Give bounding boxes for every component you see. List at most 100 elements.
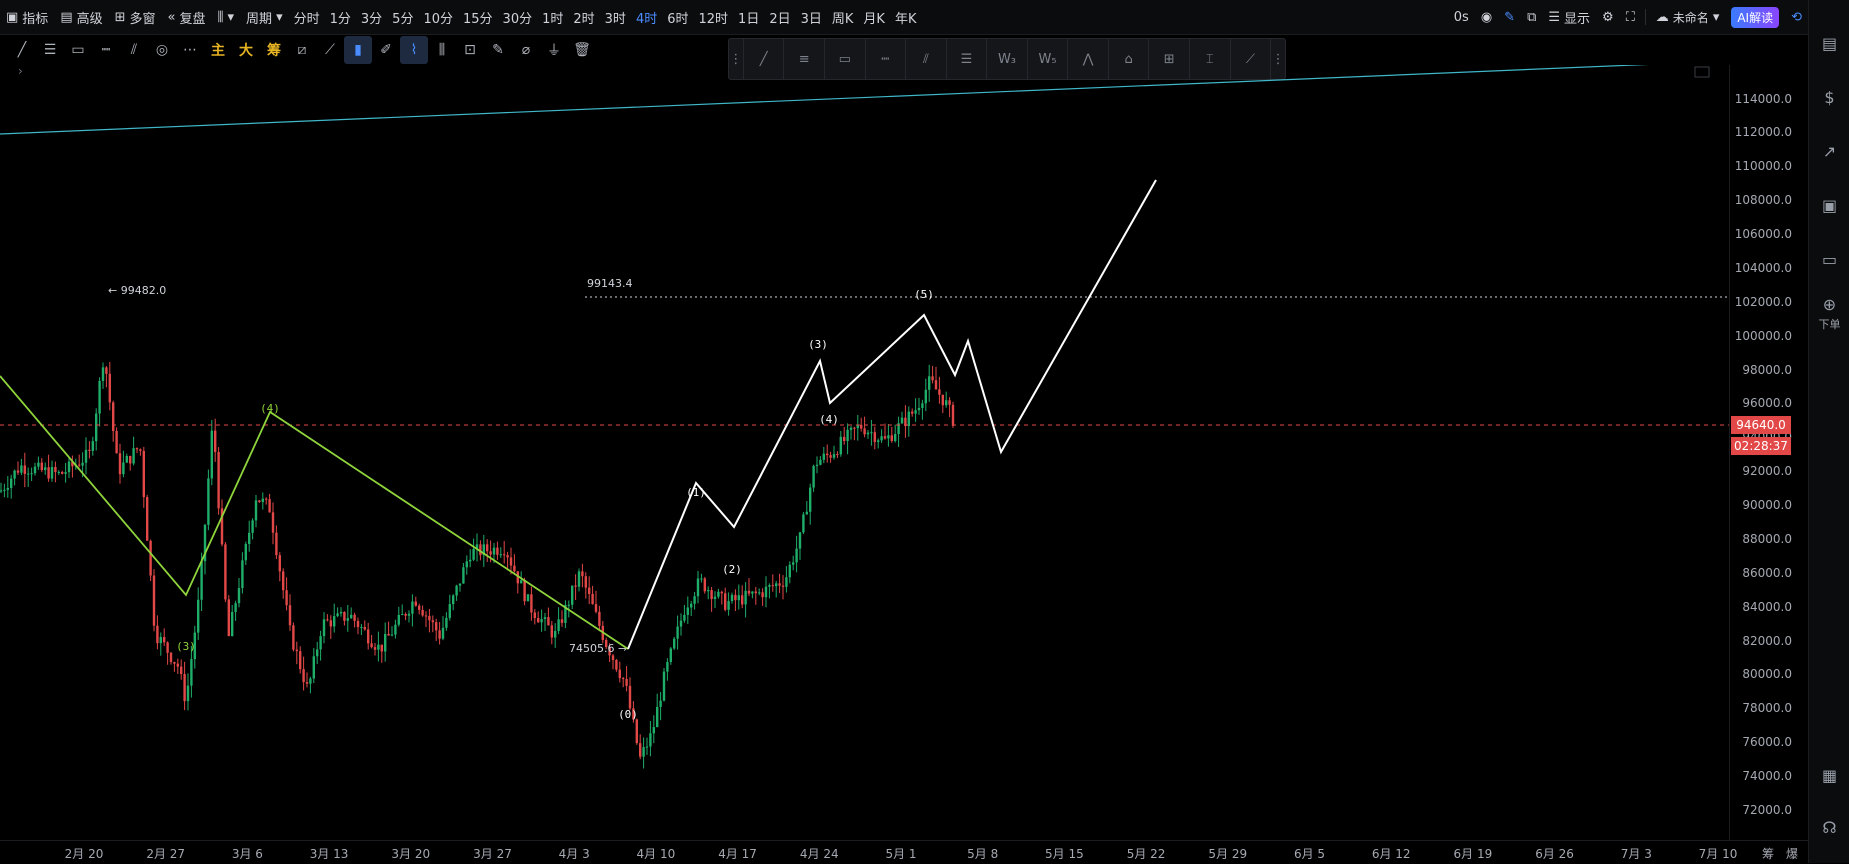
green-wave-path[interactable]: [0, 375, 629, 650]
candle-body: [108, 373, 111, 403]
edit-icon[interactable]: ✎: [484, 36, 512, 64]
share-icon[interactable]: ⟲: [1785, 0, 1808, 34]
time-axis[interactable]: 2月 20 2月 27 3月 6 3月 13 3月 20 3月 27 4月 3 4月 10 4月…: [0, 840, 1808, 864]
candle-body: [115, 430, 118, 454]
candle-body: [40, 462, 43, 470]
big-order-button[interactable]: 大: [232, 36, 260, 64]
period-tab-15[interactable]: 3日: [796, 0, 827, 34]
collapse-arrow-icon[interactable]: ›: [18, 65, 23, 78]
candle-body: [815, 464, 819, 466]
period-dropdown[interactable]: 周期 ▾: [240, 0, 289, 34]
period-tab-9[interactable]: 3时: [600, 0, 631, 34]
trend-chart-icon[interactable]: ↗: [1809, 124, 1849, 178]
candle-body: [156, 625, 159, 644]
price-chart[interactable]: › 99143.4 ← 99482.0 74505.6 → (3)(4)(0)(…: [0, 65, 1729, 840]
candle-body: [509, 557, 513, 566]
layout-icon[interactable]: ▦: [1809, 748, 1849, 802]
y-tick-label: 76000.0: [1742, 735, 1792, 750]
timer-label: 0s: [1453, 9, 1469, 25]
candle-body: [435, 622, 438, 631]
period-tab-4[interactable]: 10分: [418, 0, 458, 34]
period-tab-16[interactable]: 周K: [827, 0, 859, 34]
trendline[interactable]: [0, 65, 1729, 135]
horizontal-lines-icon[interactable]: ☰: [36, 36, 64, 64]
rectangle-icon[interactable]: ▭: [64, 36, 92, 64]
advanced-button[interactable]: ▤ 高级: [54, 0, 108, 34]
bookmark-icon[interactable]: ▮: [344, 36, 372, 64]
y-tick-label: 88000.0: [1742, 531, 1792, 546]
white-wave-label: (2): [722, 563, 742, 576]
period-tab-1[interactable]: 1分: [325, 0, 356, 34]
order-button[interactable]: ⊕ 下单: [1809, 286, 1849, 340]
x-tick-label: 2月 20: [64, 847, 104, 861]
eraser-line-icon[interactable]: ⟋: [316, 36, 344, 64]
pen-icon[interactable]: ✎: [1498, 0, 1521, 34]
dollar-icon[interactable]: $: [1809, 70, 1849, 124]
settings-icon[interactable]: ⚙: [1596, 0, 1620, 34]
monitor-chart-icon[interactable]: ▣: [1809, 178, 1849, 232]
period-tab-10[interactable]: 4时: [631, 0, 662, 34]
candles-icon[interactable]: ⫼: [428, 36, 456, 64]
document-icon[interactable]: ▤: [1809, 16, 1849, 70]
candle-body: [877, 440, 880, 442]
expand-icon[interactable]: ⧉: [1521, 0, 1542, 34]
candle-body: [543, 617, 547, 620]
period-tab-6[interactable]: 30分: [498, 0, 538, 34]
period-tab-14[interactable]: 2日: [764, 0, 795, 34]
circle-target-icon[interactable]: ◎: [148, 36, 176, 64]
candle-body: [142, 450, 145, 498]
period-tab-8[interactable]: 2时: [568, 0, 599, 34]
lock-icon[interactable]: ⊡: [456, 36, 484, 64]
x-axis-right-label[interactable]: 筹: [1762, 845, 1774, 862]
period-tab-2[interactable]: 3分: [356, 0, 387, 34]
candle-body: [350, 614, 353, 619]
cloud-file-button[interactable]: ☁ 未命名 ▾: [1650, 0, 1726, 34]
replay-button[interactable]: «复盘: [162, 0, 212, 34]
filter-icon[interactable]: ⏚: [540, 36, 568, 64]
chips-button[interactable]: 筹: [260, 36, 288, 64]
period-tab-17[interactable]: 月K: [858, 0, 890, 34]
headset-icon[interactable]: ☊: [1809, 800, 1849, 854]
period-tab-13[interactable]: 1日: [733, 0, 764, 34]
main-indicator-button[interactable]: 主: [204, 36, 232, 64]
candle-body: [785, 577, 788, 587]
ai-analysis-button[interactable]: AI解读: [1725, 0, 1785, 34]
period-tab-0[interactable]: 分时: [289, 0, 325, 34]
candle-body: [23, 465, 26, 474]
chevron-down-icon: ▾: [276, 9, 283, 25]
x-tick-label: 6月 19: [1453, 847, 1493, 861]
magnet-icon[interactable]: ⌇: [400, 36, 428, 64]
period-tab-11[interactable]: 6时: [662, 0, 693, 34]
period-tab-5[interactable]: 15分: [458, 0, 498, 34]
camera-icon[interactable]: ◉: [1475, 0, 1498, 34]
candle-body: [197, 599, 200, 633]
green-wave-label: (3): [176, 640, 196, 653]
line-tool-icon[interactable]: ╱: [8, 36, 36, 64]
x-axis-right-label[interactable]: 爆: [1786, 845, 1798, 862]
candle-body: [866, 432, 870, 435]
candle-body: [346, 618, 349, 621]
link-icon[interactable]: ⌀: [512, 36, 540, 64]
parallel-channel-icon[interactable]: ⫽: [120, 36, 148, 64]
candle-body: [836, 454, 839, 456]
depth-icon[interactable]: ▭: [1809, 232, 1849, 286]
trash-icon[interactable]: 🗑: [568, 36, 596, 64]
measure-icon[interactable]: ┉: [92, 36, 120, 64]
period-tab-3[interactable]: 5分: [387, 0, 418, 34]
more-icon[interactable]: ⋯: [176, 36, 204, 64]
candle-body: [628, 685, 632, 709]
period-tab-18[interactable]: 年K: [890, 0, 922, 34]
ruler-icon[interactable]: ✐: [372, 36, 400, 64]
drawing-toggle-icon[interactable]: ⧄: [288, 36, 316, 64]
period-tab-7[interactable]: 1时: [537, 0, 568, 34]
display-button[interactable]: ☰ 显示: [1542, 0, 1596, 34]
multi-window-button[interactable]: ⊞ 多窗: [109, 0, 162, 34]
candle-body: [594, 604, 598, 612]
period-tab-12[interactable]: 12时: [694, 0, 734, 34]
candle-body: [622, 678, 625, 680]
candle-body: [584, 576, 587, 588]
chart-type-button[interactable]: ⫼ ▾: [212, 0, 241, 34]
indicators-button[interactable]: ▣ 指标: [0, 0, 54, 34]
fullscreen-icon[interactable]: ⛶: [1620, 0, 1641, 34]
white-wave-path[interactable]: [627, 179, 1157, 650]
